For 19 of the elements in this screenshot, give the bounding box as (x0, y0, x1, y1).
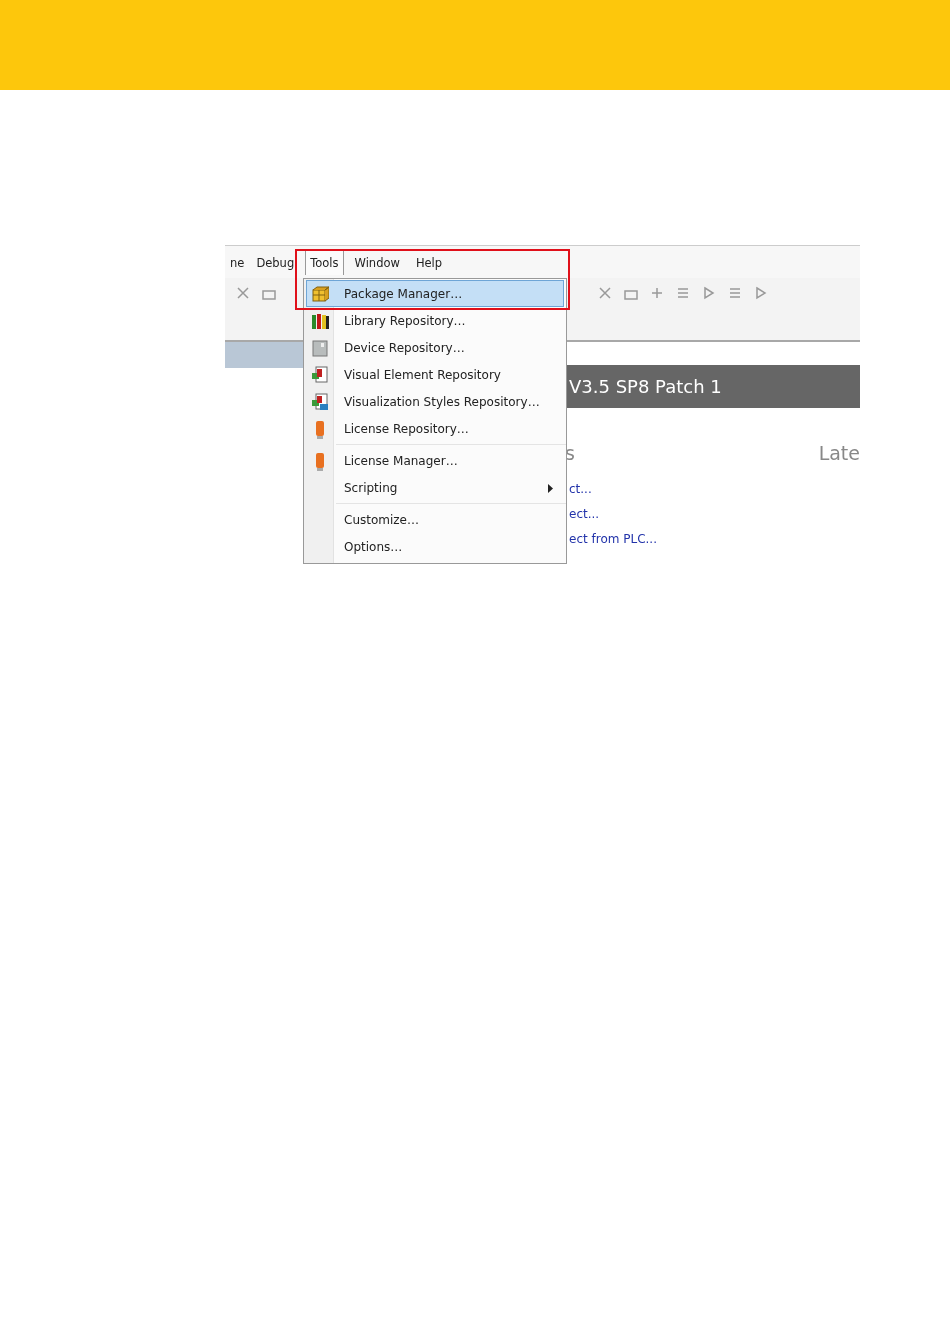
menu-item[interactable]: Options… (306, 533, 564, 560)
project-link[interactable]: ect... (565, 507, 860, 521)
menu-item[interactable]: License Manager… (306, 447, 564, 474)
menu-item[interactable]: Device Repository… (306, 334, 564, 361)
version-banner: V3.5 SP8 Patch 1 (565, 365, 860, 408)
menu-item[interactable]: Visualization Styles Repository… (306, 388, 564, 415)
menu-bar-item[interactable]: Debug (251, 249, 300, 275)
menu-item[interactable]: License Repository… (306, 415, 564, 442)
menu-bar-item[interactable]: Help (410, 249, 448, 275)
project-link[interactable]: ct... (565, 482, 860, 496)
menu-bar-item[interactable]: Window (349, 249, 405, 275)
project-link[interactable]: ect from PLC... (565, 532, 860, 546)
menu-item[interactable]: Package Manager… (306, 280, 564, 307)
menu-bar-item[interactable]: ne (225, 249, 250, 275)
menu-item[interactable]: Customize… (306, 506, 564, 533)
menu-bar-item[interactable]: Tools (305, 249, 344, 275)
menu-item[interactable]: Visual Element Repository (306, 361, 564, 388)
section-heading: Late (818, 442, 860, 464)
menu-item[interactable]: Scripting (306, 474, 564, 501)
